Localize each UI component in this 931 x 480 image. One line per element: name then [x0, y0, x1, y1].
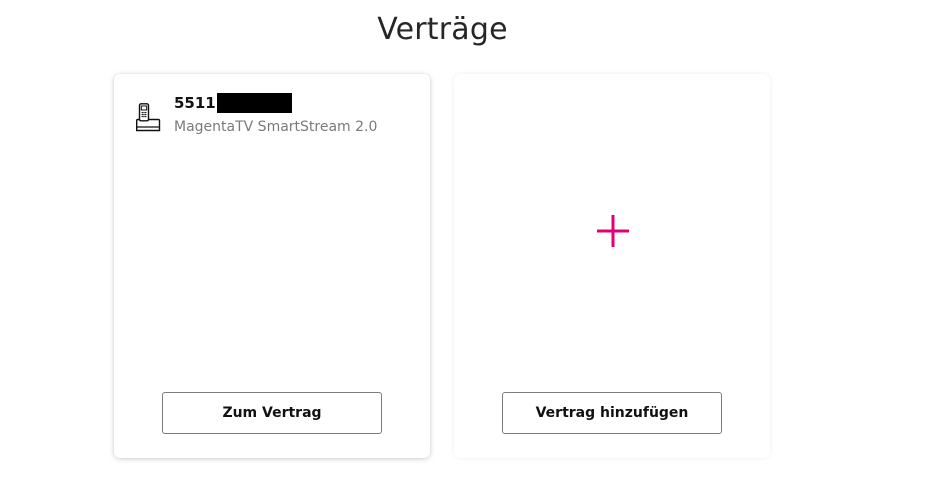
- plus-icon[interactable]: [596, 214, 630, 248]
- add-contract-button[interactable]: Vertrag hinzufügen: [502, 392, 722, 434]
- redaction-bar: [216, 93, 292, 113]
- contract-info: 5511 MagentaTV SmartStream 2.0: [174, 93, 377, 135]
- phone-icon: [136, 103, 161, 132]
- page-title: Verträge: [377, 12, 508, 47]
- contracts-page: Verträge 5511 MagentaTV SmartStream 2.0 …: [0, 0, 931, 480]
- contract-number: 5511: [174, 94, 216, 112]
- contract-card: 5511 MagentaTV SmartStream 2.0 Zum Vertr…: [114, 74, 430, 458]
- contract-header: 5511 MagentaTV SmartStream 2.0: [136, 93, 420, 135]
- to-contract-button[interactable]: Zum Vertrag: [162, 392, 382, 434]
- contract-number-row: 5511: [174, 93, 377, 113]
- add-contract-card[interactable]: Vertrag hinzufügen: [454, 74, 770, 458]
- contract-product-name: MagentaTV SmartStream 2.0: [174, 119, 378, 135]
